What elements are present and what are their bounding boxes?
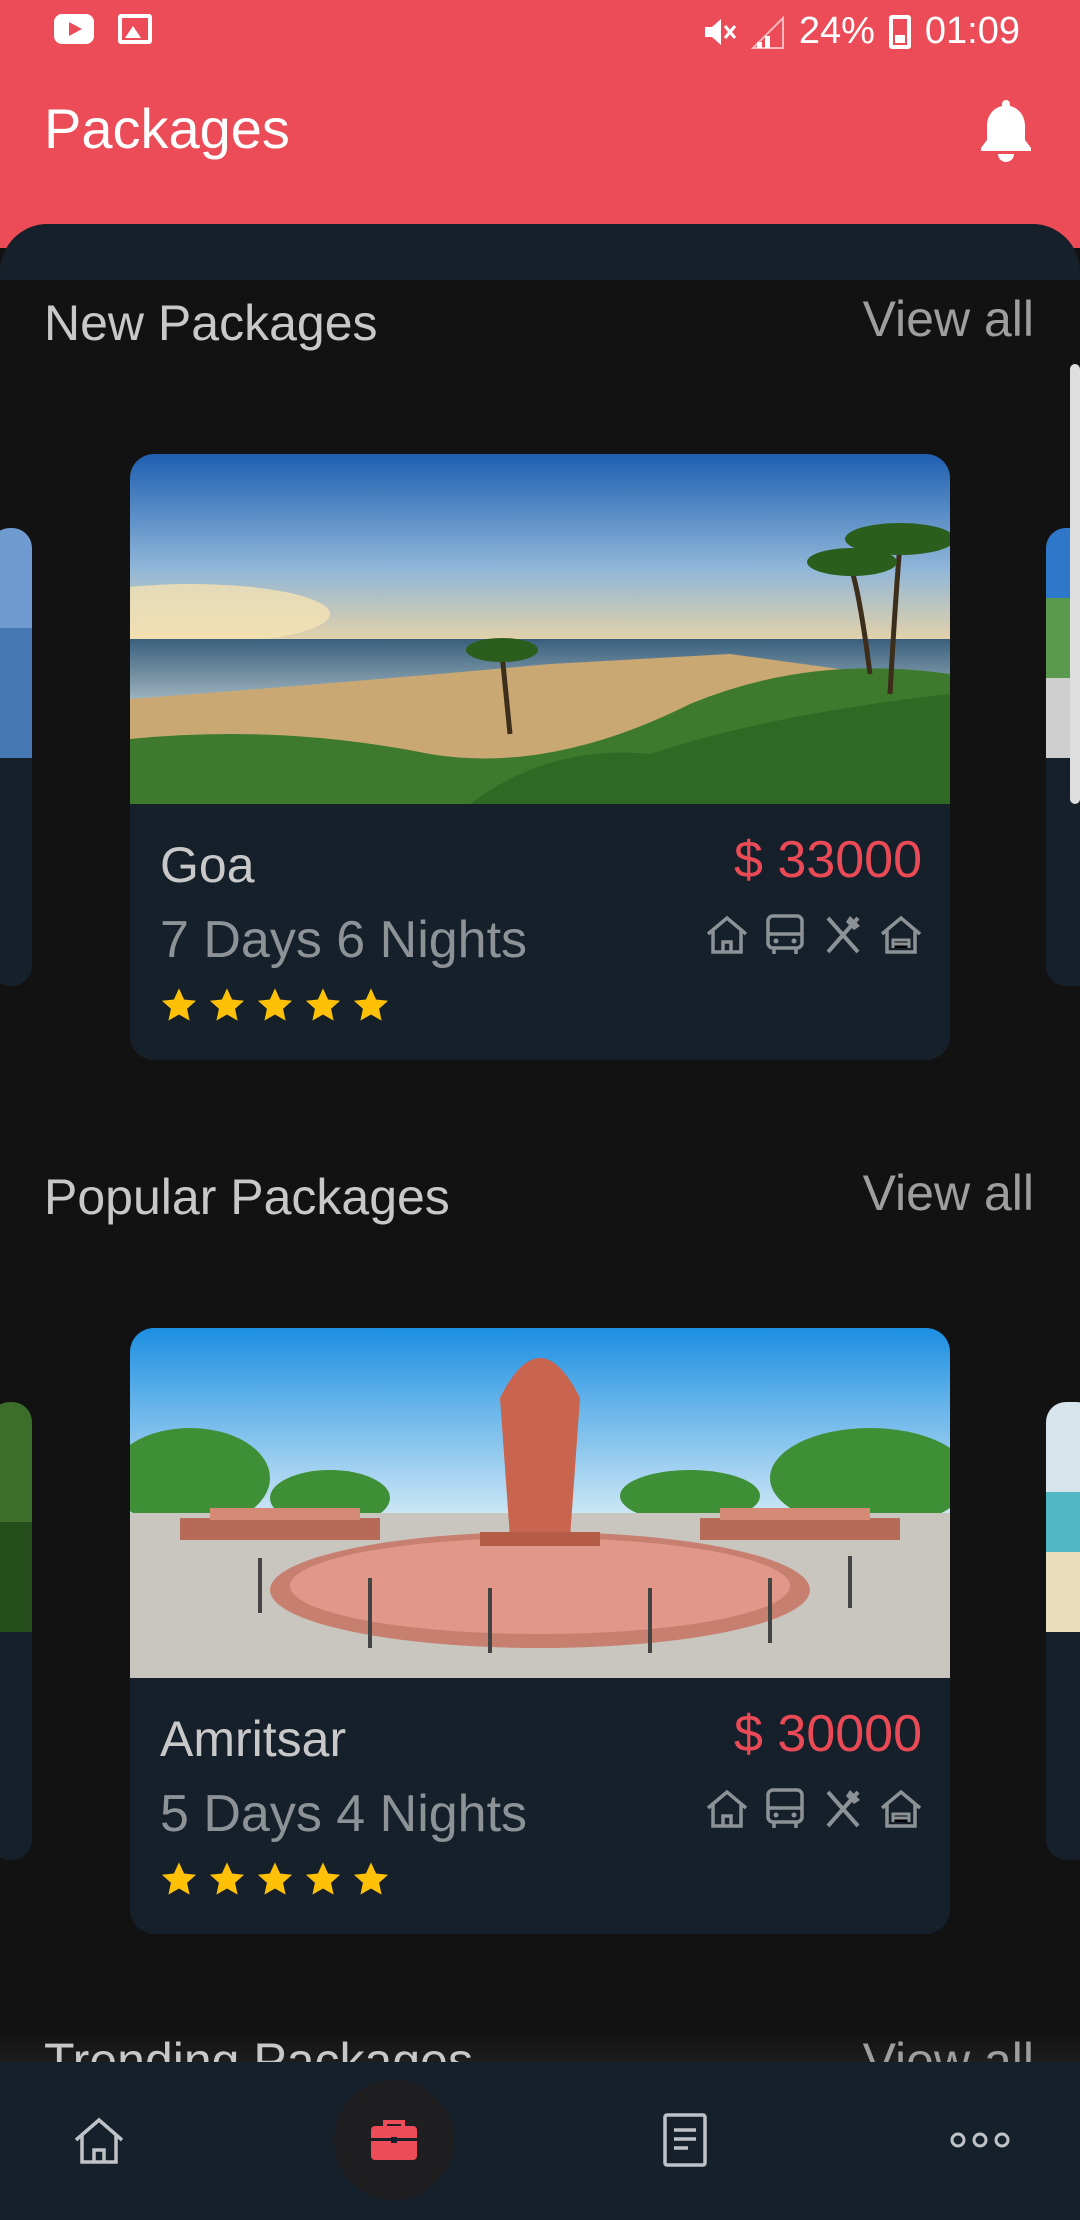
bus-icon — [766, 1788, 804, 1828]
star-icon — [161, 988, 197, 1021]
package-name: Amritsar — [160, 1711, 347, 1767]
package-duration: 5 Days 4 Nights — [160, 1785, 528, 1843]
star-icon — [353, 1862, 389, 1895]
content-sheet: New Packages View all Goa $ 33000 7 Days… — [0, 224, 1080, 2064]
briefcase-icon — [371, 2120, 417, 2160]
package-name: Goa — [160, 837, 255, 893]
star-icon — [353, 988, 389, 1021]
screen: { "status_bar": { "battery": "24%", "tim… — [0, 0, 1080, 2220]
package-photo-goa — [130, 454, 950, 804]
document-icon — [663, 2113, 707, 2167]
app-header: 24% 01:09 Packages — [0, 0, 1080, 248]
home-icon — [74, 2117, 124, 2164]
package-photo-amritsar — [130, 1328, 950, 1678]
restaurant-icon — [826, 1790, 860, 1828]
star-icon — [209, 1862, 245, 1895]
page-title: Packages — [44, 97, 290, 160]
battery-percent: 24% — [798, 10, 875, 52]
package-card-goa[interactable]: Goa $ 33000 7 Days 6 Nights — [130, 454, 950, 1060]
next-package-card[interactable] — [1046, 1402, 1080, 1860]
rating-stars — [160, 1860, 390, 1898]
home-icon — [706, 1789, 748, 1828]
amenities — [704, 1786, 924, 1832]
notification-bell-icon[interactable] — [976, 96, 1036, 166]
nav-bookings[interactable] — [586, 2062, 786, 2220]
prev-package-photo — [0, 1402, 32, 1632]
scroll-indicator — [1070, 364, 1080, 804]
section-title-popular-packages: Popular Packages — [44, 1169, 450, 1225]
view-all-new-packages-link[interactable]: View all — [863, 290, 1034, 348]
hotel-icon — [880, 915, 922, 954]
nav-more[interactable] — [880, 2062, 1080, 2220]
rating-stars — [160, 986, 390, 1024]
bottom-navigation — [0, 2062, 1080, 2220]
prev-package-photo — [0, 528, 32, 758]
view-all-popular-packages-link[interactable]: View all — [863, 1164, 1034, 1222]
battery-icon — [888, 14, 911, 49]
star-icon — [161, 1862, 197, 1895]
more-icon — [950, 2132, 1010, 2148]
star-icon — [257, 988, 293, 1021]
next-package-photo — [1046, 1402, 1080, 1632]
package-price: $ 33000 — [734, 831, 922, 889]
package-price: $ 30000 — [734, 1705, 922, 1763]
amenities — [704, 912, 924, 958]
star-icon — [305, 988, 341, 1021]
hotel-icon — [880, 1789, 922, 1828]
prev-package-card[interactable] — [0, 1402, 32, 1860]
package-duration: 7 Days 6 Nights — [160, 911, 528, 969]
prev-package-card[interactable] — [0, 528, 32, 986]
restaurant-icon — [826, 916, 860, 954]
clock: 01:09 — [924, 10, 1020, 52]
nav-home[interactable] — [0, 2062, 200, 2220]
signal-icon — [750, 15, 784, 49]
bus-icon — [766, 914, 804, 954]
youtube-notification-icon — [54, 14, 94, 44]
gallery-notification-icon — [118, 14, 152, 44]
nav-packages[interactable] — [294, 2062, 494, 2220]
mute-icon — [704, 18, 736, 45]
home-icon — [706, 915, 748, 954]
star-icon — [305, 1862, 341, 1895]
section-title-new-packages: New Packages — [44, 295, 378, 351]
package-card-amritsar[interactable]: Amritsar $ 30000 5 Days 4 Nights — [130, 1328, 950, 1934]
star-icon — [209, 988, 245, 1021]
star-icon — [257, 1862, 293, 1895]
status-bar: 24% 01:09 — [0, 0, 1080, 66]
